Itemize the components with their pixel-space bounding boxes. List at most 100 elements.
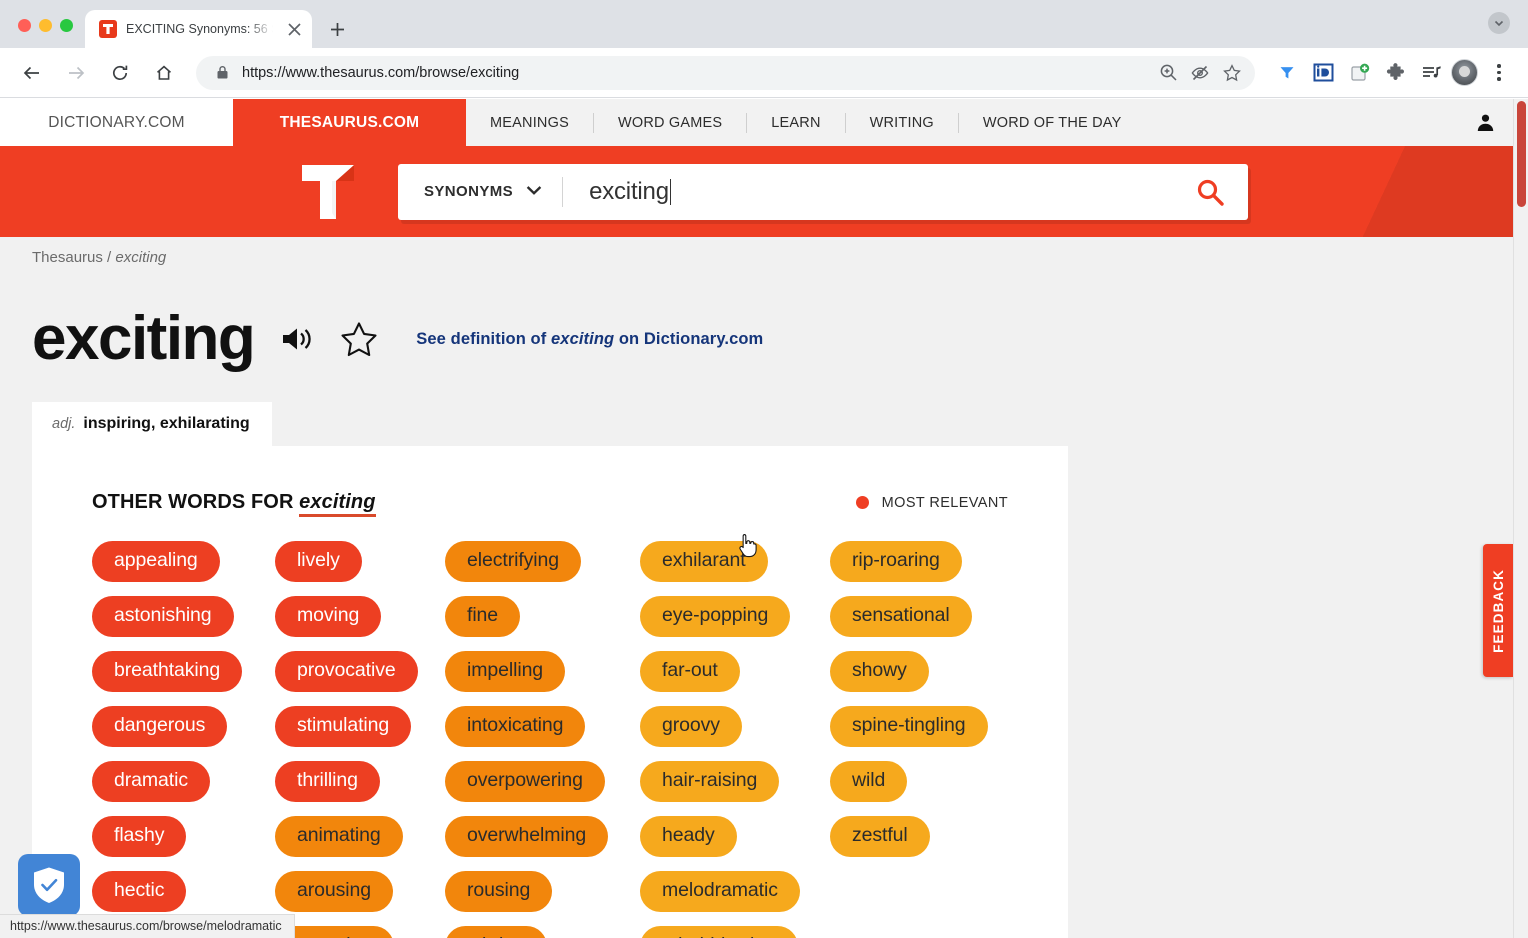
synonym-chip[interactable]: wild xyxy=(830,761,908,803)
synonym-chip[interactable]: spine-tingling xyxy=(830,706,988,748)
other-words-word: exciting xyxy=(299,491,376,517)
chevron-down-icon xyxy=(526,183,542,200)
nav-link-meanings[interactable]: MEANINGS xyxy=(466,115,593,131)
arrow-left-icon[interactable] xyxy=(14,55,50,91)
synonym-chip[interactable]: stimulating xyxy=(275,706,412,748)
synonym-chip[interactable]: heady xyxy=(640,816,737,858)
synonym-chip[interactable]: stirring xyxy=(445,926,547,938)
page-title: exciting xyxy=(32,304,256,373)
synonym-chip[interactable]: rousing xyxy=(445,871,553,913)
see-definition-prefix: See definition of xyxy=(416,329,547,348)
see-definition-word: exciting xyxy=(551,329,615,348)
synonym-chip[interactable]: melodramatic xyxy=(640,871,800,913)
synonym-chip[interactable]: animating xyxy=(275,816,403,858)
thesaurus-logo-icon[interactable] xyxy=(300,163,356,221)
funnel-icon[interactable] xyxy=(1271,57,1303,89)
synonym-chip[interactable]: provocative xyxy=(275,651,418,693)
see-definition-link[interactable]: See definition of exciting on Dictionary… xyxy=(416,330,763,349)
synonym-chip[interactable]: dangerous xyxy=(92,706,228,748)
synonym-chip[interactable]: astonishing xyxy=(92,596,234,638)
synonym-chip[interactable]: overwhelming xyxy=(445,816,609,858)
synonym-chip[interactable]: eye-popping xyxy=(640,596,791,638)
thesaurus-t-icon xyxy=(99,20,117,38)
reload-icon[interactable] xyxy=(102,55,138,91)
note-add-icon[interactable] xyxy=(1343,57,1375,89)
synonym-chip[interactable]: breathtaking xyxy=(92,651,243,693)
synonym-chip[interactable]: intoxicating xyxy=(445,706,586,748)
synonym-chip[interactable]: impelling xyxy=(445,651,566,693)
nav-link-learn[interactable]: LEARN xyxy=(747,115,844,131)
pos-words: inspiring, exhilarating xyxy=(83,415,250,432)
window-traffic-lights xyxy=(0,19,85,48)
lock-icon xyxy=(212,65,232,80)
more-vertical-icon[interactable] xyxy=(1484,57,1514,89)
synonym-chip[interactable]: zestful xyxy=(830,816,930,858)
puzzle-piece-icon[interactable] xyxy=(1379,57,1411,89)
site-nav-links: MEANINGS WORD GAMES LEARN WRITING WORD O… xyxy=(466,99,1457,146)
search-type-label: SYNONYMS xyxy=(424,183,514,200)
synonym-chip[interactable]: rip-roaring xyxy=(830,541,962,583)
nav-brand-thesaurus[interactable]: THESAURUS.COM xyxy=(233,99,466,146)
synonym-chip[interactable]: electrifying xyxy=(445,541,582,583)
synonym-chip[interactable]: showy xyxy=(830,651,929,693)
window-close-button[interactable] xyxy=(18,19,31,32)
synonym-chip[interactable]: fine xyxy=(445,596,521,638)
speaker-icon[interactable] xyxy=(280,324,314,354)
synonym-chip[interactable]: hair-raising xyxy=(640,761,780,803)
search-input[interactable]: exciting xyxy=(563,178,1172,206)
eye-off-icon[interactable] xyxy=(1185,58,1215,88)
synonym-chip[interactable]: far-out xyxy=(640,651,740,693)
arrow-right-icon[interactable] xyxy=(58,55,94,91)
breadcrumb-root[interactable]: Thesaurus xyxy=(32,249,103,266)
synonym-chip[interactable]: sensational xyxy=(830,596,972,638)
nav-link-word-games[interactable]: WORD GAMES xyxy=(594,115,746,131)
window-minimize-button[interactable] xyxy=(39,19,52,32)
new-tab-button[interactable] xyxy=(322,14,352,44)
other-words-prefix: OTHER WORDS FOR xyxy=(92,491,294,513)
browser-tabstrip: EXCITING Synonyms: 56 Syn xyxy=(0,0,1528,48)
chevron-down-icon[interactable] xyxy=(1488,12,1510,34)
search-input-value: exciting xyxy=(589,177,669,205)
synonym-chip[interactable]: hectic xyxy=(92,871,187,913)
playlist-music-icon[interactable] xyxy=(1415,57,1447,89)
synonym-columns: appealing astonishing breathtaking dange… xyxy=(32,514,1038,938)
synonym-chip[interactable]: groovy xyxy=(640,706,742,748)
close-icon[interactable] xyxy=(282,17,306,41)
id-badge-icon[interactable] xyxy=(1307,57,1339,89)
address-bar[interactable]: https://www.thesaurus.com/browse/excitin… xyxy=(196,55,1255,90)
nav-link-writing[interactable]: WRITING xyxy=(846,115,958,131)
synonym-chip[interactable]: moving xyxy=(275,596,382,638)
page-scrollbar[interactable] xyxy=(1513,99,1528,938)
synonym-chip[interactable]: dramatic xyxy=(92,761,210,803)
search-icon[interactable] xyxy=(1172,177,1248,207)
star-icon[interactable] xyxy=(1217,58,1247,88)
address-bar-url: https://www.thesaurus.com/browse/excitin… xyxy=(242,64,520,81)
search-type-selector[interactable]: SYNONYMS xyxy=(398,183,562,200)
scrollbar-thumb[interactable] xyxy=(1517,101,1526,207)
synonyms-card: OTHER WORDS FOR exciting MOST RELEVANT a… xyxy=(32,446,1068,938)
nav-link-word-of-the-day[interactable]: WORD OF THE DAY xyxy=(959,115,1146,131)
window-maximize-button[interactable] xyxy=(60,19,73,32)
synonym-chip[interactable]: thrilling xyxy=(275,761,380,803)
feedback-tab[interactable]: FEEDBACK xyxy=(1483,544,1513,677)
synonym-chip[interactable]: flashy xyxy=(92,816,187,858)
synonym-chip[interactable]: mind-blowing xyxy=(640,926,798,938)
browser-tab[interactable]: EXCITING Synonyms: 56 Syn xyxy=(85,10,312,48)
synonym-chip[interactable]: arousing xyxy=(275,871,394,913)
synonym-chip[interactable]: exhilarant xyxy=(640,541,768,583)
synonym-chip[interactable]: overpowering xyxy=(445,761,605,803)
pos-label: adj. xyxy=(52,416,76,432)
browser-tab-title: EXCITING Synonyms: 56 Syn xyxy=(126,22,273,36)
synonym-chip[interactable]: appealing xyxy=(92,541,220,583)
synonym-column-3: electrifying fine impelling intoxicating… xyxy=(445,541,640,938)
tab-adj-inspiring-exhilarating[interactable]: adj. inspiring, exhilarating xyxy=(32,402,272,446)
avatar[interactable] xyxy=(1451,59,1478,86)
synonym-chip[interactable]: lively xyxy=(275,541,362,583)
user-icon[interactable] xyxy=(1457,99,1513,146)
zoom-in-icon[interactable] xyxy=(1153,58,1183,88)
nav-brand-dictionary[interactable]: DICTIONARY.COM xyxy=(0,99,233,146)
relevance-legend: MOST RELEVANT xyxy=(855,495,1008,511)
star-outline-icon[interactable] xyxy=(340,321,378,357)
home-icon[interactable] xyxy=(146,55,182,91)
shield-check-icon[interactable] xyxy=(18,854,80,916)
